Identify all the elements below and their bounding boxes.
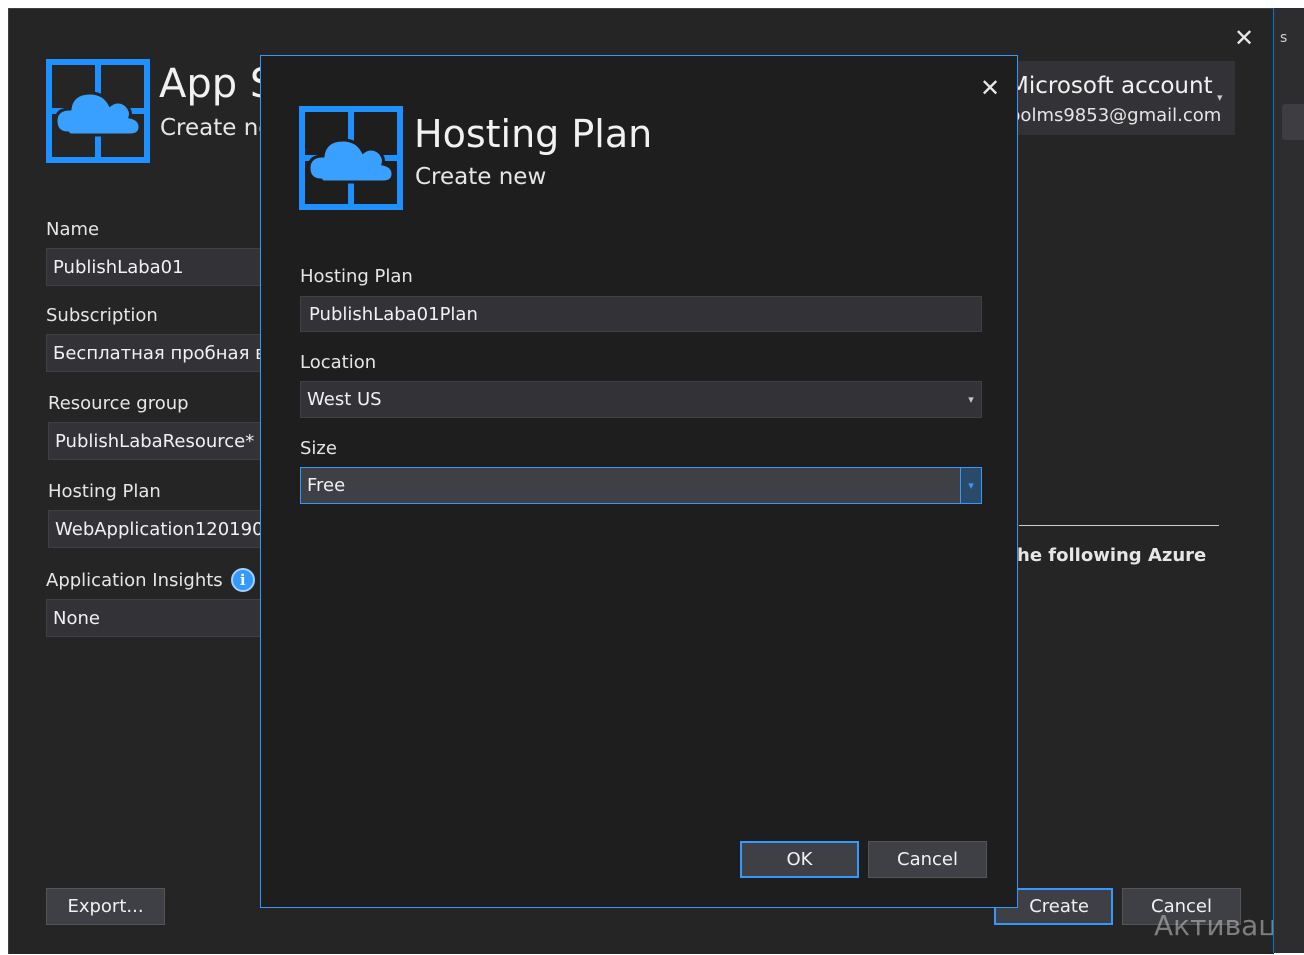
hosting-plan-dialog: ✕ Hosting Plan Create new Hosting Plan P… — [260, 55, 1018, 908]
location-value: West US — [307, 389, 382, 410]
close-icon[interactable]: ✕ — [1234, 26, 1254, 50]
resource-group-label: Resource group — [48, 393, 189, 414]
export-button[interactable]: Export... — [46, 888, 165, 925]
hosting-plan-select[interactable]: WebApplication120190925 — [48, 510, 266, 548]
location-label: Location — [300, 352, 377, 373]
size-select[interactable]: Free ▾ — [300, 467, 982, 504]
size-label: Size — [300, 438, 337, 459]
size-value: Free — [307, 475, 346, 496]
chevron-down-icon: ▾ — [968, 393, 974, 406]
azure-app-service-icon — [46, 59, 150, 163]
account-email: polms9853@gmail.com — [1009, 105, 1222, 126]
chevron-down-icon: ▾ — [1217, 91, 1223, 104]
account-title: Microsoft account — [1009, 73, 1213, 99]
name-input[interactable]: PublishLaba01 — [46, 248, 266, 286]
azure-app-service-icon — [299, 106, 403, 210]
account-selector[interactable]: Microsoft account polms9853@gmail.com ▾ — [999, 61, 1235, 135]
name-label: Name — [46, 219, 100, 240]
modal-cancel-button[interactable]: Cancel — [868, 841, 987, 878]
subscription-select[interactable]: Бесплатная пробная версия — [46, 334, 266, 372]
ok-button[interactable]: OK — [740, 841, 859, 878]
side-strip: s — [1273, 8, 1304, 953]
modal-subtitle: Create new — [415, 164, 547, 190]
divider — [1019, 525, 1219, 526]
info-icon[interactable]: i — [230, 568, 255, 592]
app-insights-select[interactable]: None — [46, 599, 266, 637]
side-tab — [1282, 104, 1304, 140]
modal-title: Hosting Plan — [414, 112, 653, 156]
hosting-plan-input[interactable]: PublishLaba01Plan — [300, 296, 982, 332]
chevron-down-icon[interactable]: ▾ — [960, 468, 981, 503]
resource-group-select[interactable]: PublishLabaResource* — [48, 422, 266, 460]
subscription-label: Subscription — [46, 305, 158, 326]
app-insights-label: Application Insights — [46, 569, 223, 591]
app-insights-label-row: Application Insights i — [46, 568, 255, 592]
azure-resources-note: he following Azure — [1017, 545, 1207, 566]
side-letter: s — [1280, 30, 1288, 46]
hosting-plan-label: Hosting Plan — [48, 481, 161, 502]
location-select[interactable]: West US ▾ — [300, 381, 982, 418]
modal-close-icon[interactable]: ✕ — [980, 76, 1000, 100]
hosting-plan-label: Hosting Plan — [300, 266, 413, 287]
